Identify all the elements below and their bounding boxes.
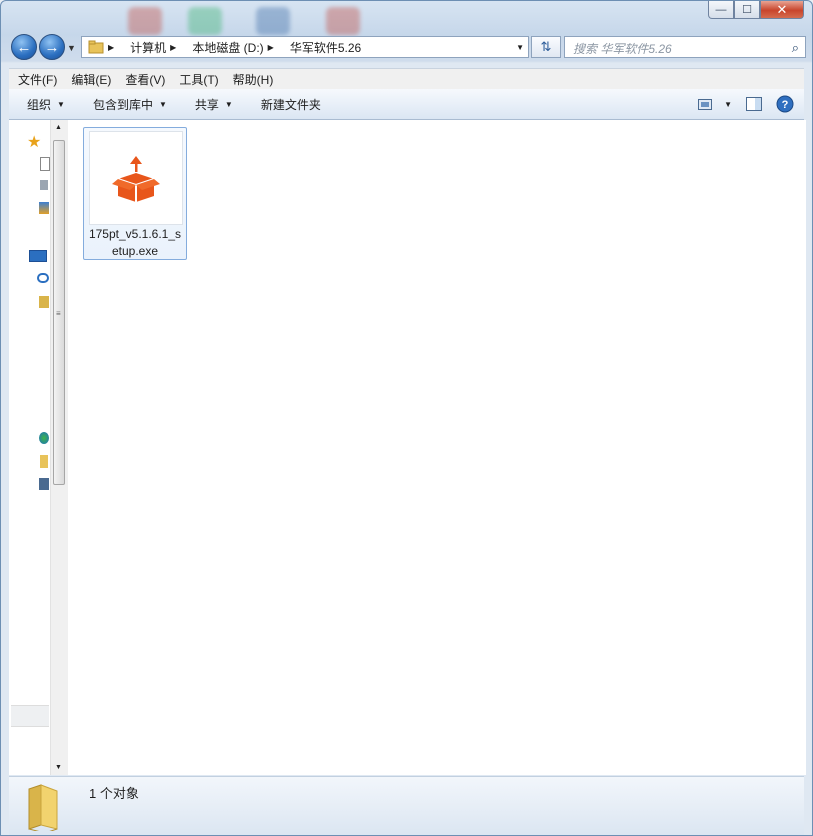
menu-bar: 文件(F) 编辑(E) 查看(V) 工具(T) 帮助(H): [9, 68, 804, 89]
file-list-area[interactable]: 175pt_v5.1.6.1_setup.exe: [68, 120, 806, 775]
share-button[interactable]: 共享 ▼: [195, 96, 233, 113]
scroll-up-arrow-icon[interactable]: ▲: [55, 124, 62, 131]
menu-tools[interactable]: 工具(T): [179, 71, 218, 88]
view-options-button[interactable]: ▼: [698, 98, 732, 110]
status-bar: 1 个对象: [9, 776, 804, 835]
explorer-window: — ☐ ✕ ← → ▼ ▶ 计算机▶ 本地磁盘 (D:)▶ 华军软件5.26: [0, 0, 813, 836]
share-label: 共享: [194, 97, 219, 112]
cloud-icon[interactable]: [37, 273, 49, 283]
breadcrumb-label: 华军软件5.26: [289, 40, 362, 55]
menu-edit[interactable]: 编辑(E): [71, 71, 111, 88]
folder-large-icon: [28, 784, 58, 831]
organize-button[interactable]: 组织 ▼: [27, 96, 65, 113]
include-in-library-button[interactable]: 包含到库中 ▼: [93, 96, 167, 113]
maximize-button[interactable]: ☐: [734, 1, 760, 19]
chevron-down-icon: ▼: [224, 99, 233, 109]
include-in-library-label: 包含到库中: [92, 97, 153, 112]
scrollbar-thumb[interactable]: ≡: [53, 140, 65, 485]
blurred-desktop-icon: [326, 7, 360, 35]
address-dropdown-icon[interactable]: ▼: [516, 43, 524, 52]
organize-label: 组织: [27, 97, 52, 112]
recent-places-icon[interactable]: [39, 202, 49, 214]
breadcrumb-label: 计算机: [130, 40, 167, 55]
arrow-left-icon: ←: [16, 38, 32, 56]
preview-pane-icon[interactable]: [746, 97, 762, 111]
minimize-button[interactable]: —: [708, 1, 734, 19]
breadcrumb-current-folder[interactable]: 华军软件5.26: [290, 39, 361, 56]
recent-pages-dropdown[interactable]: ▼: [67, 43, 76, 53]
documents-icon[interactable]: [39, 296, 49, 308]
arrow-right-icon: →: [44, 38, 60, 56]
refresh-icon: ⇅: [540, 39, 552, 54]
view-icon: [698, 98, 713, 110]
new-folder-label: 新建文件夹: [260, 97, 321, 112]
command-bar-right: ▼ ?: [698, 95, 794, 113]
address-bar[interactable]: ▶ 计算机 ▶ 本地磁盘 (D:) ▶ 华军软件5.26 ▼: [81, 36, 529, 58]
svg-text:?: ?: [782, 99, 789, 111]
file-name: 175pt_v5.1.6.1_setup.exe: [88, 227, 182, 258]
menu-help[interactable]: 帮助(H): [233, 71, 274, 88]
menu-view[interactable]: 查看(V): [125, 71, 165, 88]
breadcrumb-root-arrow[interactable]: ▶: [108, 43, 122, 52]
favorites-star-icon[interactable]: ★: [27, 132, 41, 151]
command-bar: 组织 ▼ 包含到库中 ▼ 共享 ▼ 新建文件夹 ▼ ?: [9, 89, 804, 120]
caption-buttons: — ☐ ✕: [708, 1, 804, 19]
back-button[interactable]: ←: [11, 34, 37, 60]
item-count-text: 1 个对象: [89, 786, 139, 801]
blurred-desktop-icon: [188, 7, 222, 35]
navigation-scrollbar[interactable]: ▲ ≡ ▼: [50, 120, 68, 775]
new-folder-button[interactable]: 新建文件夹: [261, 96, 321, 113]
breadcrumb-computer[interactable]: 计算机 ▶: [130, 39, 184, 56]
menu-file[interactable]: 文件(F): [18, 71, 57, 88]
file-thumbnail: [89, 131, 183, 225]
network-item[interactable]: [11, 705, 49, 727]
chevron-down-icon: ▼: [57, 99, 65, 109]
orange-package-icon: [112, 156, 160, 202]
close-button[interactable]: ✕: [760, 1, 804, 19]
blurred-desktop-icon: [256, 7, 290, 35]
search-placeholder: 搜索 华军软件5.26: [573, 42, 672, 56]
libraries-icon[interactable]: [29, 250, 47, 262]
blurred-desktop-icon: [128, 7, 162, 35]
breadcrumb-label: 本地磁盘 (D:): [192, 40, 264, 55]
scroll-down-arrow-icon[interactable]: ▼: [55, 764, 62, 771]
help-icon[interactable]: ?: [776, 95, 794, 113]
chevron-down-icon: ▼: [724, 99, 732, 109]
breadcrumb-drive-d[interactable]: 本地磁盘 (D:) ▶: [192, 39, 281, 56]
refresh-button[interactable]: ⇅: [531, 36, 561, 58]
downloads-icon[interactable]: [40, 180, 48, 190]
navigation-bar: ← → ▼ ▶ 计算机 ▶ 本地磁盘 (D:) ▶ 华军软件5.26 ▼ ⇅ 搜…: [9, 34, 806, 60]
grip-icon: ≡: [56, 309, 61, 318]
folder-icon[interactable]: [40, 455, 48, 468]
search-icon[interactable]: ⌕: [792, 40, 799, 56]
computer-icon[interactable]: [39, 478, 49, 490]
desktop-icon[interactable]: [40, 157, 50, 171]
chevron-down-icon: ▼: [158, 99, 167, 109]
search-input[interactable]: 搜索 华军软件5.26 ⌕: [564, 36, 806, 58]
folder-icon: [88, 40, 104, 54]
homegroup-icon[interactable]: [39, 432, 49, 444]
forward-button[interactable]: →: [39, 34, 65, 60]
file-item[interactable]: 175pt_v5.1.6.1_setup.exe: [83, 127, 187, 260]
